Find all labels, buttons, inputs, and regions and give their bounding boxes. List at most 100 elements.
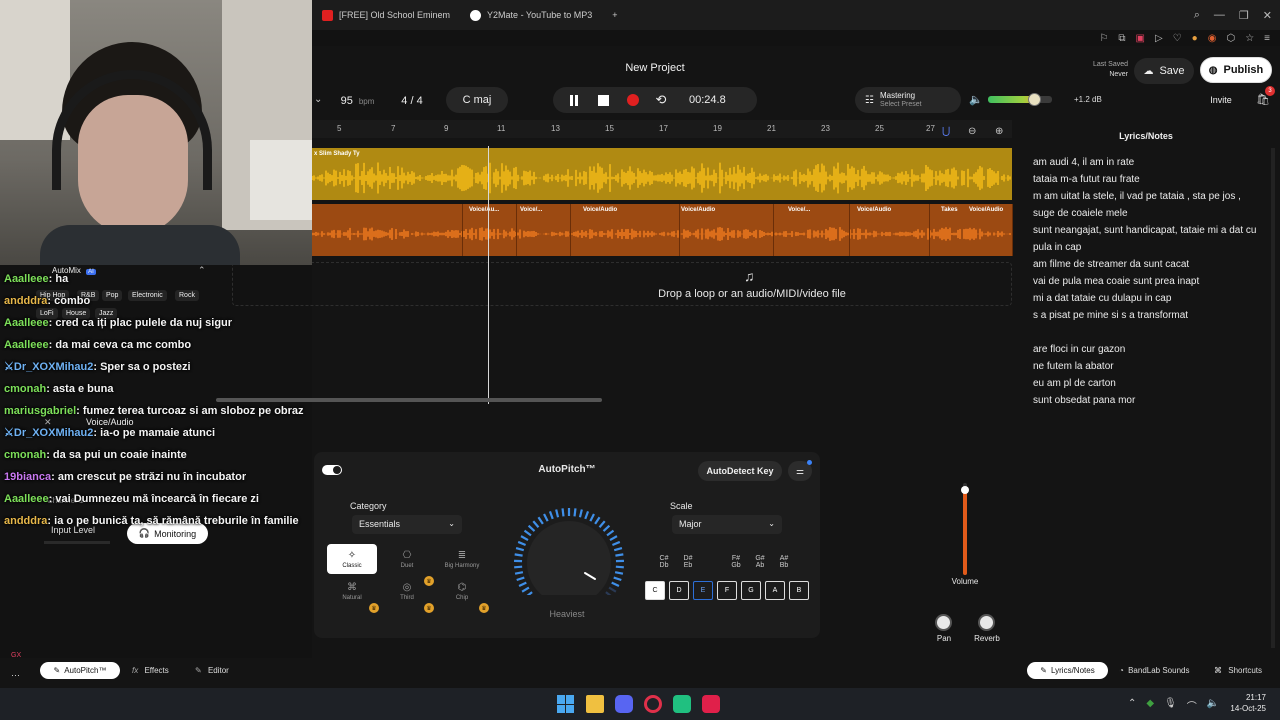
- mic-icon[interactable]: 🎙: [1164, 698, 1177, 713]
- tab-editor[interactable]: ✎ Editor: [195, 666, 229, 675]
- windows-start-icon[interactable]: [557, 695, 575, 713]
- lyrics-scrollbar[interactable]: [1271, 148, 1275, 648]
- timeline-ruler[interactable]: 5 7 9 11 13 15 17 19 21 23 25 27: [312, 120, 1012, 138]
- mastering-button[interactable]: ☷ Mastering Select Preset: [855, 87, 961, 113]
- algorithm-chip[interactable]: ⌬ Chip: [437, 576, 487, 606]
- stop-button[interactable]: [587, 94, 619, 106]
- chat-username[interactable]: Dr_XOXMihau2: [14, 361, 93, 373]
- new-tab-button[interactable]: +: [602, 0, 627, 30]
- extension-icon[interactable]: ⚐: [1099, 33, 1108, 44]
- playhead[interactable]: [488, 146, 489, 404]
- play-icon[interactable]: ▷: [1155, 33, 1163, 44]
- restore-icon[interactable]: ❐: [1239, 9, 1249, 22]
- extension-icon[interactable]: ⧉: [1118, 33, 1125, 44]
- key-c[interactable]: C: [645, 581, 665, 600]
- save-button[interactable]: ☁ Save: [1134, 58, 1194, 84]
- chat-username[interactable]: cmonah: [4, 383, 46, 395]
- tab-lyrics[interactable]: ✎ Lyrics/Notes: [1027, 662, 1108, 679]
- sharp-key[interactable]: F# Gb: [726, 555, 746, 569]
- close-icon[interactable]: ✕: [1263, 9, 1272, 22]
- zoom-out-icon[interactable]: ⊖: [968, 126, 976, 137]
- tab-bandlab-sounds[interactable]: ◔ BandLab Sounds: [1119, 666, 1189, 675]
- strength-knob[interactable]: [511, 505, 627, 595]
- chat-username[interactable]: Aaalleee: [4, 339, 49, 351]
- algorithm-natural[interactable]: ⌘ Natural: [327, 576, 377, 606]
- tab-effects[interactable]: fx Effects: [132, 666, 169, 675]
- clock[interactable]: 21:17 14-Oct-25: [1226, 692, 1266, 714]
- audio-track-2[interactable]: Voice/Au... Voice/... Voice/Audio Voice/Aud…: [312, 204, 1013, 256]
- algorithm-classic[interactable]: ✧ Classic: [327, 544, 377, 574]
- chevron-up-icon[interactable]: ⌃: [1128, 698, 1136, 713]
- chat-username[interactable]: 19bianca: [4, 471, 51, 483]
- project-title[interactable]: New Project: [312, 62, 998, 74]
- chat-username[interactable]: andddra: [4, 295, 47, 307]
- time-signature[interactable]: 4 / 4: [390, 88, 434, 114]
- lyrics-editor[interactable]: am audi 4, il am in rate tataia m-a futut…: [1033, 154, 1265, 409]
- chat-username[interactable]: mariusgabriel: [4, 405, 76, 417]
- cart-button[interactable]: 🛍 3: [1256, 86, 1275, 106]
- opera-gx-icon[interactable]: [644, 695, 662, 713]
- category-dropdown[interactable]: Essentials ⌄: [352, 515, 462, 534]
- scale-dropdown[interactable]: Major ⌄: [672, 515, 782, 534]
- discord-icon[interactable]: [615, 695, 633, 713]
- shield-icon[interactable]: ▣: [1136, 33, 1145, 44]
- collapse-chevron-icon[interactable]: ⌄: [314, 94, 322, 105]
- browser-tab-2[interactable]: Y2Mate - YouTube to MP3: [460, 0, 602, 30]
- heart-icon[interactable]: ♡: [1173, 33, 1182, 44]
- menu-icon[interactable]: ≡: [1264, 33, 1270, 44]
- more-icon[interactable]: ···: [11, 670, 20, 680]
- key-b[interactable]: B: [789, 581, 809, 600]
- sharp-key[interactable]: C# Db: [654, 555, 674, 569]
- shield-icon[interactable]: ◆: [1146, 698, 1154, 713]
- puzzle-icon[interactable]: ⬡: [1226, 33, 1235, 44]
- extension-icon[interactable]: ◉: [1208, 33, 1217, 44]
- audio-track-1[interactable]: x Slim Shady Ty: [312, 148, 1012, 200]
- bpm-control[interactable]: 95 bpm: [330, 88, 385, 114]
- tab-shortcuts[interactable]: ⌘ Shortcuts: [1214, 666, 1262, 675]
- chat-username[interactable]: Aaalleee: [4, 493, 49, 505]
- algorithm-big-harmony[interactable]: ≣ Big Harmony: [437, 544, 487, 574]
- key-f[interactable]: F: [717, 581, 737, 600]
- zoom-in-icon[interactable]: ⊕: [995, 126, 1003, 137]
- algorithm-third[interactable]: ◎ Third: [382, 576, 432, 606]
- sharp-key[interactable]: G# Ab: [750, 555, 770, 569]
- volume-icon[interactable]: 🔈: [1207, 698, 1219, 713]
- reverb-knob[interactable]: [978, 614, 995, 631]
- record-button[interactable]: [619, 94, 647, 106]
- chat-username[interactable]: cmonah: [4, 449, 46, 461]
- loop-button[interactable]: ⟲: [647, 92, 675, 108]
- autodetect-key-button[interactable]: AutoDetect Key: [698, 461, 782, 481]
- app-icon[interactable]: [673, 695, 691, 713]
- sharp-key[interactable]: D# Eb: [678, 555, 698, 569]
- invite-button[interactable]: Invite: [1200, 87, 1242, 113]
- key-selector[interactable]: C maj: [446, 87, 508, 113]
- bookmark-icon[interactable]: ☆: [1245, 33, 1254, 44]
- chat-username[interactable]: andddra: [4, 515, 47, 527]
- browser-tab-1[interactable]: [FREE] Old School Eminem: [312, 0, 460, 30]
- tiktok-icon[interactable]: [702, 695, 720, 713]
- chat-username[interactable]: Dr_XOXMihau2: [14, 427, 93, 439]
- volume-fader-track[interactable]: [961, 483, 969, 575]
- chat-username[interactable]: Aaalleee: [4, 317, 49, 329]
- chat-username[interactable]: Aaalleee: [4, 273, 49, 285]
- sharp-key[interactable]: A# Bb: [774, 555, 794, 569]
- algorithm-duet[interactable]: ⎔ Duet: [382, 544, 432, 574]
- key-e[interactable]: E: [693, 581, 713, 600]
- key-g[interactable]: G: [741, 581, 761, 600]
- file-explorer-icon[interactable]: [586, 695, 604, 713]
- publish-button[interactable]: ◍ Publish: [1200, 57, 1272, 83]
- search-icon[interactable]: ⌕: [1194, 9, 1200, 22]
- master-volume-slider[interactable]: [988, 93, 1052, 106]
- minimize-icon[interactable]: —: [1214, 9, 1225, 21]
- key-a[interactable]: A: [765, 581, 785, 600]
- volume-fader-thumb[interactable]: [961, 486, 969, 494]
- pan-knob[interactable]: [935, 614, 952, 631]
- wifi-icon[interactable]: ⌒: [1187, 698, 1197, 713]
- magnet-icon[interactable]: ⋃: [942, 126, 950, 137]
- tab-autopitch[interactable]: ✎ AutoPitch™: [40, 662, 120, 679]
- speaker-icon[interactable]: 🔈: [969, 93, 983, 106]
- key-d[interactable]: D: [669, 581, 689, 600]
- slider-thumb[interactable]: [1028, 93, 1041, 106]
- extension-icon[interactable]: ●: [1192, 33, 1198, 44]
- pause-button[interactable]: [561, 94, 587, 106]
